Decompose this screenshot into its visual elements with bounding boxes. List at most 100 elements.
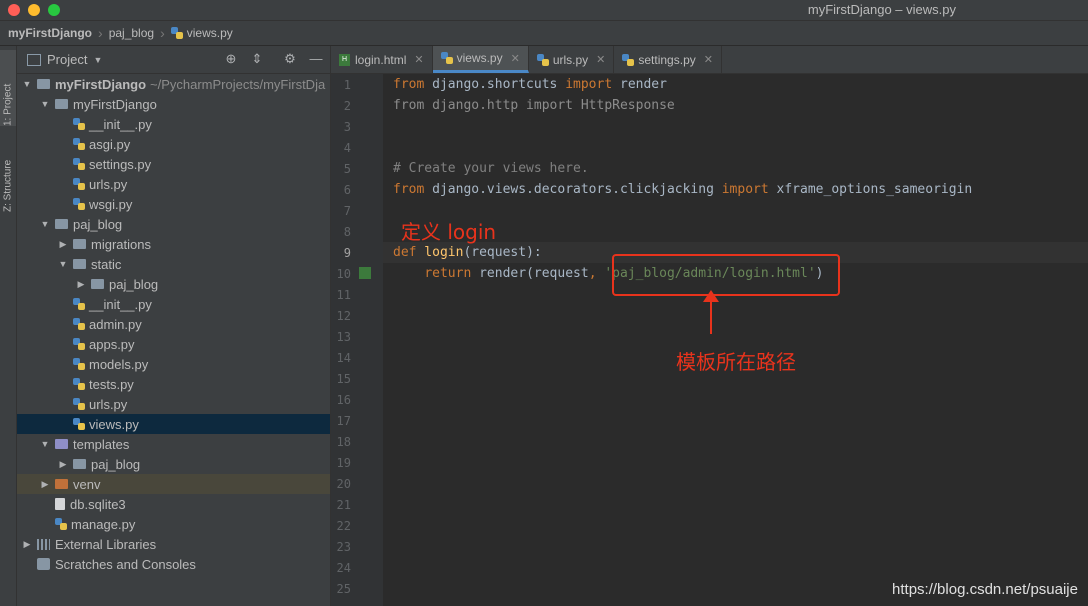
tree-item[interactable]: wsgi.py (17, 194, 330, 214)
tree-item[interactable]: db.sqlite3 (17, 494, 330, 514)
module-name: django.shortcuts (424, 77, 566, 92)
line-number: 12 (336, 309, 351, 323)
folder-icon (73, 459, 86, 469)
collapse-arrow-icon[interactable]: ▶ (21, 539, 33, 550)
collapse-arrow-icon[interactable]: ▶ (57, 239, 69, 250)
tree-item[interactable]: apps.py (17, 334, 330, 354)
python-file-icon (73, 298, 85, 310)
python-file-icon (440, 52, 453, 64)
tree-item-label: tests.py (89, 376, 134, 392)
tree-item[interactable]: views.py (17, 414, 330, 434)
expand-arrow-icon[interactable]: ▼ (39, 219, 51, 229)
collapse-all-icon[interactable]: ⇕ (250, 52, 264, 66)
line-number: 13 (336, 330, 351, 344)
folder-icon (91, 279, 104, 289)
expand-arrow-icon[interactable]: ▼ (57, 259, 69, 269)
tree-item[interactable]: asgi.py (17, 134, 330, 154)
python-file-icon (536, 53, 549, 66)
tree-item[interactable]: ▼ static (17, 254, 330, 274)
tree-item[interactable]: urls.py (17, 394, 330, 414)
project-panel-header: Project ▼ ⊕ ⇕ ⚙ — (17, 46, 330, 74)
title-bar: myFirstDjango – views.py (0, 0, 1088, 21)
panel-title[interactable]: Project (47, 52, 87, 67)
close-icon[interactable]: ✕ (596, 53, 605, 66)
tree-item[interactable]: ▼ paj_blog (17, 214, 330, 234)
python-file-icon (170, 27, 183, 39)
line-number: 2 (343, 99, 351, 113)
code-editor[interactable]: 1 2 3 4 5 6 7 8 9 10 11 12 13 14 15 16 17 18 19 20 21 22 23 24 2… (331, 74, 1088, 606)
annotation-define-login: 定义 login (401, 220, 497, 244)
tab-project-tool-window[interactable]: 1: Project (0, 50, 16, 126)
python-file-icon (73, 198, 85, 210)
chevron-right-icon: › (98, 25, 103, 41)
hide-panel-icon[interactable]: — (309, 52, 323, 66)
breadcrumb-project[interactable]: myFirstDjango (8, 26, 92, 40)
line-number: 5 (343, 162, 351, 176)
close-icon[interactable]: ✕ (414, 53, 423, 66)
annotation-highlight-box (612, 254, 840, 296)
expand-arrow-icon[interactable]: ▼ (21, 79, 33, 89)
tree-item-label: myFirstDjango (73, 96, 157, 112)
tree-item[interactable]: ▼ myFirstDjango (17, 94, 330, 114)
collapse-arrow-icon[interactable]: ▶ (75, 279, 87, 290)
dropdown-arrow-icon[interactable]: ▼ (93, 55, 102, 65)
tab-label: settings.py (638, 52, 696, 67)
folder-icon (73, 259, 86, 269)
tree-item-label: venv (73, 476, 101, 492)
breadcrumb-folder[interactable]: paj_blog (109, 26, 154, 40)
line-number-gutter: 1 2 3 4 5 6 7 8 9 10 11 12 13 14 15 16 17 18 19 20 21 22 23 24 2… (331, 74, 383, 606)
templates-folder-icon (55, 439, 68, 449)
window-title: myFirstDjango – views.py (807, 2, 956, 17)
keyword: from (393, 77, 425, 92)
line-number: 23 (336, 540, 351, 554)
locate-file-icon[interactable]: ⊕ (224, 52, 238, 66)
tree-item[interactable]: __init__.py (17, 114, 330, 134)
line-number: 4 (343, 141, 351, 155)
line-number: 9 (343, 246, 351, 260)
tree-item[interactable]: ▶ paj_blog (17, 274, 330, 294)
tree-item[interactable]: ▶ venv (17, 474, 330, 494)
annotation-template-path: 模板所在路径 (676, 350, 796, 374)
line-number: 25 (336, 582, 351, 596)
collapse-arrow-icon[interactable]: ▶ (57, 459, 69, 470)
line-number: 19 (336, 456, 351, 470)
tab-views-py[interactable]: views.py ✕ (432, 46, 529, 73)
tree-item-label: migrations (91, 236, 151, 252)
close-icon[interactable]: ✕ (511, 52, 520, 65)
line-number: 10 (336, 267, 351, 281)
tree-item[interactable]: manage.py (17, 514, 330, 534)
tree-item[interactable]: urls.py (17, 174, 330, 194)
tab-structure-label: Z: Structure (2, 159, 14, 212)
line-number: 11 (336, 288, 351, 302)
python-file-icon (73, 418, 85, 430)
tree-item[interactable]: __init__.py (17, 294, 330, 314)
tree-item[interactable]: tests.py (17, 374, 330, 394)
tree-item[interactable]: ▼ myFirstDjango ~/PycharmProjects/myFirstD… (17, 74, 330, 94)
breadcrumb-file[interactable]: views.py (187, 26, 233, 40)
close-icon[interactable]: ✕ (704, 53, 713, 66)
tree-item[interactable]: ▶ paj_blog (17, 454, 330, 474)
keyword: import (565, 77, 613, 92)
call-expression: render(request (471, 266, 589, 281)
tree-item[interactable]: Scratches and Consoles (17, 554, 330, 574)
tree-item[interactable]: settings.py (17, 154, 330, 174)
tab-login-html[interactable]: Hlogin.html ✕ (331, 46, 433, 73)
tree-item[interactable]: models.py (17, 354, 330, 374)
tree-item[interactable]: ▶ migrations (17, 234, 330, 254)
tree-item[interactable]: ▼ templates (17, 434, 330, 454)
python-file-icon (73, 118, 85, 130)
tab-structure-tool-window[interactable]: Z: Structure (0, 136, 16, 212)
collapse-arrow-icon[interactable]: ▶ (39, 479, 51, 490)
function-params: (request): (463, 245, 542, 260)
project-view-icon (27, 53, 41, 66)
expand-arrow-icon[interactable]: ▼ (39, 99, 51, 109)
html-template-gutter-icon[interactable] (359, 267, 371, 279)
annotation-arrow-up-icon (703, 290, 719, 302)
tree-item[interactable]: admin.py (17, 314, 330, 334)
tab-urls-py[interactable]: urls.py ✕ (529, 46, 615, 73)
gear-icon[interactable]: ⚙ (283, 52, 297, 66)
tab-label: login.html (355, 52, 407, 67)
expand-arrow-icon[interactable]: ▼ (39, 439, 51, 449)
tree-item[interactable]: ▶ External Libraries (17, 534, 330, 554)
tab-settings-py[interactable]: settings.py ✕ (614, 46, 722, 73)
